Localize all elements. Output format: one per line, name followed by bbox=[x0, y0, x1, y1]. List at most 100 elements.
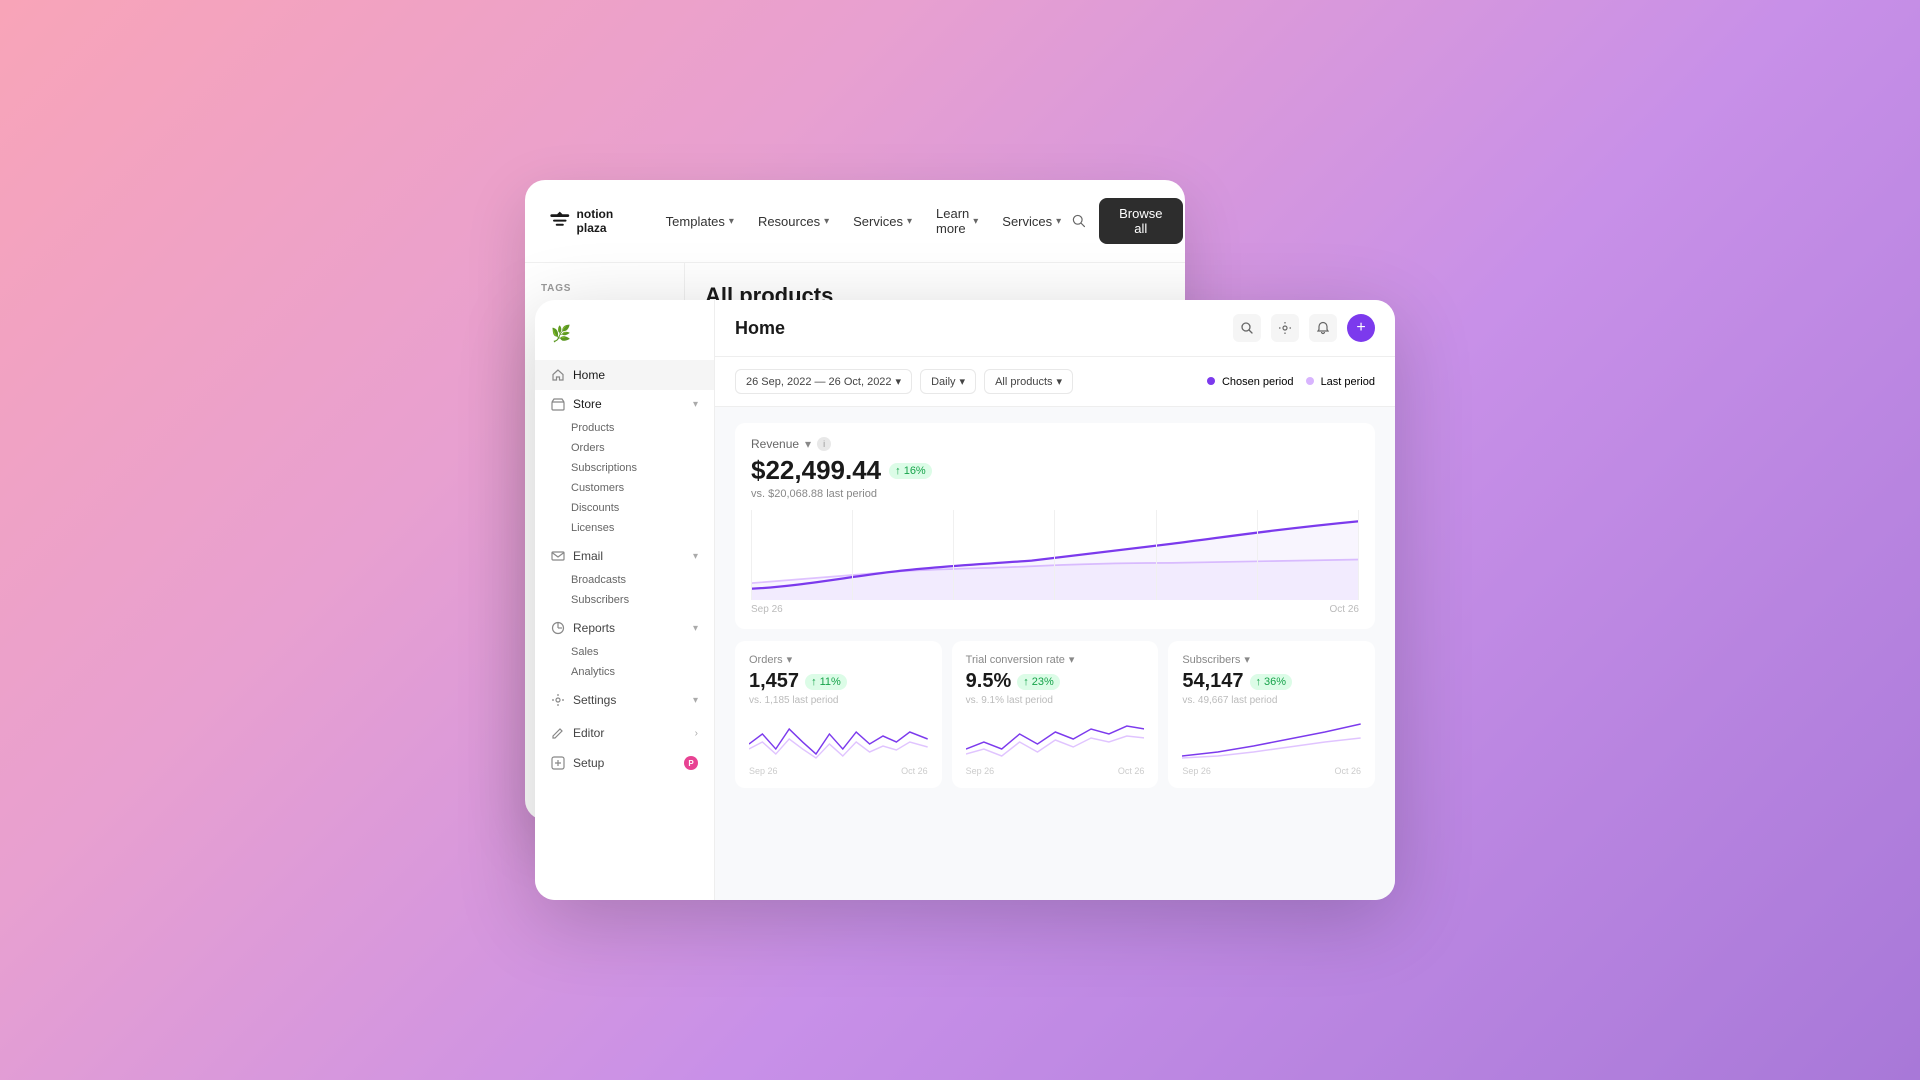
orders-comparison: vs. 1,185 last period bbox=[749, 695, 928, 706]
orders-value: 1,457 bbox=[749, 670, 799, 693]
sidebar-item-products[interactable]: Products bbox=[535, 418, 714, 438]
chevron-up-icon2: ▾ bbox=[693, 551, 698, 562]
products-filter[interactable]: All products ▾ bbox=[984, 369, 1073, 394]
dashboard-logo: 🌿 bbox=[535, 316, 714, 360]
email-icon bbox=[551, 549, 565, 563]
setup-icon bbox=[551, 756, 565, 770]
settings-button[interactable] bbox=[1271, 314, 1299, 342]
nav-bar: notion plaza Templates ▾ Resources ▾ Ser… bbox=[525, 180, 1185, 263]
trial-change: ↑ 23% bbox=[1017, 674, 1060, 690]
reports-icon bbox=[551, 621, 565, 635]
chevron-down-icon5: ▾ bbox=[693, 695, 698, 706]
learn-more-nav[interactable]: Learn more ▾ bbox=[926, 200, 988, 242]
dashboard-card: 🌿 Home Store ▾ bbox=[535, 300, 1395, 900]
logo[interactable]: notion plaza bbox=[549, 205, 624, 237]
chevron-up-icon: ▾ bbox=[693, 399, 698, 410]
setup-badge: P bbox=[684, 756, 698, 770]
chevron-down-icon: ▾ bbox=[1056, 216, 1061, 227]
sidebar-item-discounts[interactable]: Discounts bbox=[535, 498, 714, 518]
chevron-down-icon: ▾ bbox=[824, 216, 829, 227]
dashboard-title: Home bbox=[735, 318, 785, 339]
chevron-up-icon3: ▾ bbox=[693, 623, 698, 634]
dashboard-logo-emoji: 🌿 bbox=[551, 326, 571, 343]
subscribers-card: Subscribers ▾ 54,147 ↑ 36% vs. 49,667 la… bbox=[1168, 641, 1375, 788]
sidebar-item-home[interactable]: Home bbox=[535, 360, 714, 390]
chevron-down-icon: ▾ bbox=[729, 216, 734, 227]
sidebar-item-email[interactable]: Email ▾ bbox=[535, 542, 714, 570]
info-icon: i bbox=[817, 437, 831, 451]
search-icon2 bbox=[1240, 321, 1254, 335]
sidebar-item-setup[interactable]: Setup P bbox=[535, 748, 714, 778]
tags-label: TAGS bbox=[541, 283, 668, 294]
gear-icon bbox=[1278, 321, 1292, 335]
templates-nav[interactable]: Templates ▾ bbox=[656, 208, 744, 235]
editor-icon bbox=[551, 726, 565, 740]
sidebar-item-editor[interactable]: Editor › bbox=[535, 718, 714, 748]
sidebar-item-licenses[interactable]: Licenses bbox=[535, 518, 714, 538]
dashboard-sidebar: 🌿 Home Store ▾ bbox=[535, 300, 715, 900]
dashboard-filters: 26 Sep, 2022 — 26 Oct, 2022 ▾ Daily ▾ Al… bbox=[715, 357, 1395, 407]
sidebar-item-broadcasts[interactable]: Broadcasts bbox=[535, 570, 714, 590]
orders-chart bbox=[749, 714, 928, 764]
sidebar-group-reports: Reports ▾ Sales Analytics bbox=[535, 614, 714, 682]
subscribers-value: 54,147 bbox=[1182, 670, 1243, 693]
dashboard-header: Home bbox=[715, 300, 1395, 357]
subscribers-chart bbox=[1182, 714, 1361, 764]
revenue-label: Revenue bbox=[751, 437, 799, 451]
trial-chart bbox=[966, 714, 1145, 764]
sidebar-group-store: Store ▾ Products Orders Subscriptions Cu… bbox=[535, 390, 714, 538]
revenue-chart-end: Oct 26 bbox=[1330, 604, 1359, 615]
subscribers-change: ↑ 36% bbox=[1250, 674, 1293, 690]
bell-icon bbox=[1316, 321, 1330, 335]
chevron-down-icon6: ▾ bbox=[896, 375, 902, 388]
sidebar-item-subscribers[interactable]: Subscribers bbox=[535, 590, 714, 610]
sidebar-item-subscriptions[interactable]: Subscriptions bbox=[535, 458, 714, 478]
services2-nav[interactable]: Services ▾ bbox=[992, 208, 1071, 235]
chevron-down-icon8: ▾ bbox=[1057, 375, 1063, 388]
notification-button[interactable] bbox=[1309, 314, 1337, 342]
sidebar-item-settings[interactable]: Settings ▾ bbox=[535, 686, 714, 714]
chevron-down-icon: ▾ bbox=[907, 216, 912, 227]
revenue-chart bbox=[751, 510, 1359, 600]
chevron-down-icon: ▾ bbox=[973, 216, 978, 227]
revenue-chart-start: Sep 26 bbox=[751, 604, 783, 615]
orders-card: Orders ▾ 1,457 ↑ 11% vs. 1,185 last peri… bbox=[735, 641, 942, 788]
sidebar-group-email: Email ▾ Broadcasts Subscribers bbox=[535, 542, 714, 610]
sidebar-item-orders[interactable]: Orders bbox=[535, 438, 714, 458]
services-nav[interactable]: Services ▾ bbox=[843, 208, 922, 235]
sidebar-item-analytics[interactable]: Analytics bbox=[535, 662, 714, 682]
chevron-down-icon7: ▾ bbox=[960, 375, 966, 388]
subscribers-label: Subscribers bbox=[1182, 654, 1240, 666]
revenue-section: Revenue ▾ i $22,499.44 ↑ 16% vs. $20,068… bbox=[735, 423, 1375, 629]
sidebar-item-customers[interactable]: Customers bbox=[535, 478, 714, 498]
revenue-comparison: vs. $20,068.88 last period bbox=[751, 488, 1359, 500]
subscribers-comparison: vs. 49,667 last period bbox=[1182, 695, 1361, 706]
sidebar-item-sales[interactable]: Sales bbox=[535, 642, 714, 662]
resources-nav[interactable]: Resources ▾ bbox=[748, 208, 839, 235]
sidebar-item-reports[interactable]: Reports ▾ bbox=[535, 614, 714, 642]
metrics-grid: Orders ▾ 1,457 ↑ 11% vs. 1,185 last peri… bbox=[735, 641, 1375, 788]
search-icon[interactable] bbox=[1071, 211, 1087, 231]
chosen-period-dot bbox=[1207, 377, 1215, 385]
orders-change: ↑ 11% bbox=[805, 674, 847, 690]
search-button[interactable] bbox=[1233, 314, 1261, 342]
trial-comparison: vs. 9.1% last period bbox=[966, 695, 1145, 706]
last-period-dot bbox=[1306, 377, 1314, 385]
revenue-value: $22,499.44 bbox=[751, 455, 881, 486]
revenue-change: ↑ 16% bbox=[889, 463, 932, 479]
dashboard-main: Home bbox=[715, 300, 1395, 900]
home-icon bbox=[551, 368, 565, 382]
dashboard-content: Revenue ▾ i $22,499.44 ↑ 16% vs. $20,068… bbox=[715, 407, 1395, 900]
nav-right-actions: Browse all bbox=[1071, 198, 1182, 244]
date-range-filter[interactable]: 26 Sep, 2022 — 26 Oct, 2022 ▾ bbox=[735, 369, 912, 394]
store-icon bbox=[551, 397, 565, 411]
logo-text: notion plaza bbox=[577, 207, 624, 236]
sidebar-item-store[interactable]: Store ▾ bbox=[535, 390, 714, 418]
period-legend: Chosen period Last period bbox=[1207, 376, 1375, 388]
revenue-chevron: ▾ bbox=[805, 437, 811, 451]
trial-value: 9.5% bbox=[966, 670, 1012, 693]
nav-menu: Templates ▾ Resources ▾ Services ▾ Learn… bbox=[656, 200, 1072, 242]
browse-all-button[interactable]: Browse all bbox=[1099, 198, 1183, 244]
add-button[interactable]: + bbox=[1347, 314, 1375, 342]
period-filter[interactable]: Daily ▾ bbox=[920, 369, 976, 394]
